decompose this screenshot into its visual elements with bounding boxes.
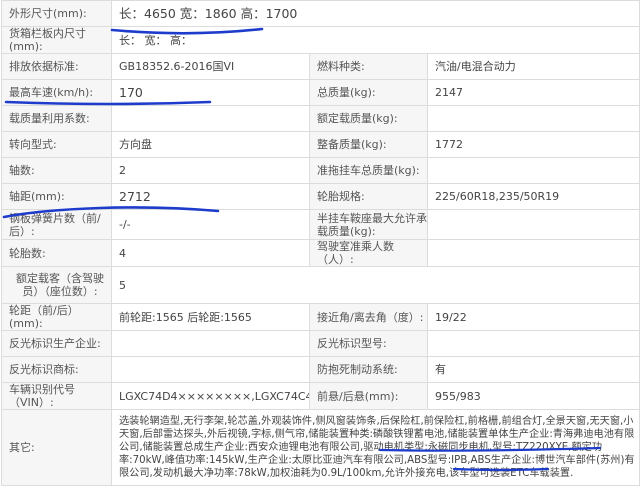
- label-other: 其它:: [1, 409, 112, 486]
- value-leaf-springs: -/-: [111, 209, 310, 240]
- label-gross-mass: 总质量(kg):: [309, 79, 428, 106]
- value-gross-mass: 2147: [426, 79, 640, 106]
- spec-table: 外形尺寸(mm): 长：4650 宽：1860 高：1700 货箱栏板内尺寸(m…: [1, 0, 640, 486]
- table-row: 反光标识商标: 防抱死制动系统: 有: [1, 356, 640, 383]
- label-tire-count: 轮胎数:: [1, 239, 112, 267]
- table-row: 载质量利用系数: 额定载质量(kg):: [1, 105, 640, 132]
- value-other: 选装轮辋造型,无行李架,轮芯盖,外观装饰件,侧风窗装饰条,后保险杠,前保险杠,前…: [110, 409, 640, 486]
- label-wheelbase: 轴距(mm):: [1, 183, 112, 210]
- value-steering: 方向盘: [111, 131, 310, 158]
- label-dimensions: 外形尺寸(mm):: [1, 0, 112, 27]
- value-cargo-box: 长： 宽： 高：: [110, 26, 640, 54]
- table-row: 轴数: 2 准拖挂车总质量(kg):: [1, 157, 640, 184]
- value-overhang: 955/983: [426, 382, 640, 410]
- table-row: 外形尺寸(mm): 长：4650 宽：1860 高：1700: [1, 0, 640, 27]
- value-reflector-brand: [111, 356, 310, 383]
- table-row: 货箱栏板内尺寸(mm): 长： 宽： 高：: [1, 26, 640, 54]
- table-row: 其它: 选装轮辋造型,无行李架,轮芯盖,外观装饰件,侧风窗装饰条,后保险杠,前保…: [1, 409, 640, 486]
- value-fuel-type: 汽油/电混合动力: [426, 53, 640, 80]
- table-row: 反光标识生产企业: 反光标识型号:: [1, 330, 640, 357]
- table-row: 额定载客（含驾驶员）（座位数）: 5: [1, 266, 640, 304]
- label-overhang: 前悬/后悬(mm):: [309, 382, 428, 410]
- label-track-width: 轮距（前/后）(mm):: [1, 303, 112, 331]
- label-emission-standard: 排放依据标准:: [1, 53, 112, 80]
- table-row: 轮胎数: 4 驾驶室准乘人数（人）:: [1, 239, 640, 267]
- value-saddle-load: [426, 209, 640, 240]
- label-rated-load: 额定载质量(kg):: [309, 105, 428, 132]
- label-curb-weight: 整备质量(kg):: [309, 131, 428, 158]
- table-row: 轴距(mm): 2712 轮胎规格: 225/60R18,235/50R19: [1, 183, 640, 210]
- value-emission-standard: GB18352.6-2016国VI: [111, 53, 310, 80]
- value-seating: 5: [110, 266, 640, 304]
- label-fuel-type: 燃料种类:: [309, 53, 428, 80]
- value-track-width: 前轮距:1565 后轮距:1565: [111, 303, 310, 331]
- label-cab-capacity: 驾驶室准乘人数（人）:: [309, 239, 428, 267]
- label-steering: 转向型式:: [1, 131, 112, 158]
- value-approach-departure: 19/22: [426, 303, 640, 331]
- label-vin: 车辆识别代号（VIN）:: [1, 382, 112, 410]
- value-abs: 有: [426, 356, 640, 383]
- value-tire-count: 4: [111, 239, 310, 267]
- table-row: 最高车速(km/h): 170 总质量(kg): 2147: [1, 79, 640, 106]
- value-top-speed: 170: [111, 79, 310, 106]
- value-reflector-maker: [111, 330, 310, 357]
- label-reflector-model: 反光标识型号:: [309, 330, 428, 357]
- value-dimensions: 长：4650 宽：1860 高：1700: [110, 0, 640, 27]
- label-top-speed: 最高车速(km/h):: [1, 79, 112, 106]
- value-trailer-mass: [426, 157, 640, 184]
- value-vin: LGXC74D4××××××××,LGXC74C4××××××××: [111, 382, 310, 410]
- table-row: 车辆识别代号（VIN）: LGXC74D4××××××××,LGXC74C4××…: [1, 382, 640, 410]
- value-curb-weight: 1772: [426, 131, 640, 158]
- value-rated-load: [426, 105, 640, 132]
- label-axles: 轴数:: [1, 157, 112, 184]
- value-wheelbase: 2712: [111, 183, 310, 210]
- value-reflector-model: [426, 330, 640, 357]
- value-load-utilization: [111, 105, 310, 132]
- label-cargo-box: 货箱栏板内尺寸(mm):: [1, 26, 112, 54]
- label-load-utilization: 载质量利用系数:: [1, 105, 112, 132]
- value-cab-capacity: [426, 239, 640, 267]
- label-abs: 防抱死制动系统:: [309, 356, 428, 383]
- label-leaf-springs: 钢板弹簧片数（前/后）:: [1, 209, 112, 240]
- value-axles: 2: [111, 157, 310, 184]
- table-row: 轮距（前/后）(mm): 前轮距:1565 后轮距:1565 接近角/离去角（度…: [1, 303, 640, 331]
- label-reflector-brand: 反光标识商标:: [1, 356, 112, 383]
- table-row: 排放依据标准: GB18352.6-2016国VI 燃料种类: 汽油/电混合动力: [1, 53, 640, 80]
- label-saddle-load: 半挂车鞍座最大允许承载质量(kg):: [309, 209, 428, 240]
- label-approach-departure: 接近角/离去角（度）:: [309, 303, 428, 331]
- label-trailer-mass: 准拖挂车总质量(kg):: [309, 157, 428, 184]
- table-row: 转向型式: 方向盘 整备质量(kg): 1772: [1, 131, 640, 158]
- table-row: 钢板弹簧片数（前/后）: -/- 半挂车鞍座最大允许承载质量(kg):: [1, 209, 640, 240]
- value-tire-spec: 225/60R18,235/50R19: [426, 183, 640, 210]
- label-reflector-maker: 反光标识生产企业:: [1, 330, 112, 357]
- label-seating: 额定载客（含驾驶员）（座位数）:: [1, 266, 112, 304]
- label-tire-spec: 轮胎规格:: [309, 183, 428, 210]
